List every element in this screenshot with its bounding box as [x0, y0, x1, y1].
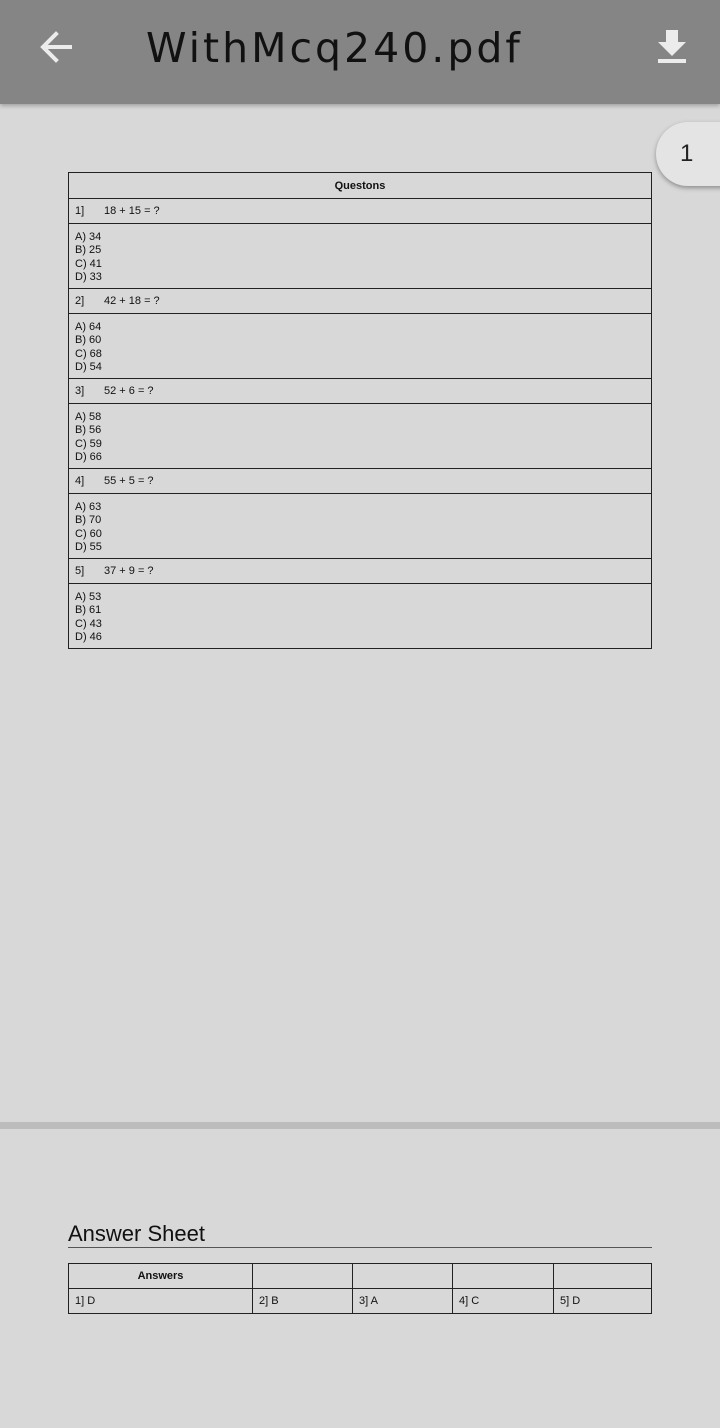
option: C) 68 — [75, 347, 102, 360]
question-row: 4] 55 + 5 = ? — [68, 468, 652, 494]
option: D) 46 — [75, 631, 102, 644]
options-cell: A) 64 B) 60 C) 68 D) 54 — [68, 313, 652, 379]
toolbar: WithMcq240.pdf — [0, 0, 720, 104]
answers-table: Answers 1] D 2] B 3] A 4] C 5] D — [68, 1263, 652, 1314]
answer-cell: 3] A — [352, 1288, 453, 1314]
answer-cell: 2] B — [252, 1288, 353, 1314]
option: C) 59 — [75, 437, 102, 450]
question-text: 52 + 6 = ? — [104, 385, 154, 397]
options-cell: A) 63 B) 70 C) 60 D) 55 — [68, 493, 652, 559]
option: A) 34 — [75, 231, 102, 243]
option: B) 56 — [75, 424, 102, 437]
option: D) 55 — [75, 541, 102, 554]
page-divider — [0, 1122, 720, 1129]
answer-cell: 1] D — [68, 1288, 253, 1314]
download-icon — [656, 28, 688, 69]
option: A) 63 — [75, 501, 102, 513]
answer-cell: 4] C — [452, 1288, 554, 1314]
question-number: 4] — [75, 475, 85, 487]
option: D) 54 — [75, 361, 102, 374]
page-number-indicator[interactable]: 1 — [656, 122, 720, 186]
answers-header: Answers — [68, 1263, 253, 1289]
answers-header-empty — [452, 1263, 554, 1289]
answer-cell: 5] D — [553, 1288, 652, 1314]
answer-sheet-title: Answer Sheet — [68, 1220, 652, 1248]
option: C) 41 — [75, 257, 102, 270]
option: D) 66 — [75, 451, 102, 464]
options-cell: A) 34 B) 25 C) 41 D) 33 — [68, 223, 652, 289]
arrow-left-icon — [38, 29, 74, 70]
question-text: 37 + 9 = ? — [104, 565, 154, 577]
option: C) 43 — [75, 617, 102, 630]
answers-header-empty — [252, 1263, 353, 1289]
question-number: 1] — [75, 205, 85, 217]
download-button[interactable] — [648, 24, 696, 72]
option: B) 70 — [75, 514, 102, 527]
document-title: WithMcq240.pdf — [146, 24, 523, 72]
option: B) 61 — [75, 604, 102, 617]
question-text: 55 + 5 = ? — [104, 475, 154, 487]
question-text: 18 + 15 = ? — [104, 205, 160, 217]
question-text: 42 + 18 = ? — [104, 295, 160, 307]
option: B) 25 — [75, 244, 102, 257]
option: D) 33 — [75, 271, 102, 284]
options-cell: A) 58 B) 56 C) 59 D) 66 — [68, 403, 652, 469]
question-row: 2] 42 + 18 = ? — [68, 288, 652, 314]
question-number: 3] — [75, 385, 85, 397]
questions-header: Questons — [68, 172, 652, 199]
answers-header-empty — [553, 1263, 652, 1289]
question-row: 5] 37 + 9 = ? — [68, 558, 652, 584]
question-row: 1] 18 + 15 = ? — [68, 198, 652, 224]
option: C) 60 — [75, 527, 102, 540]
answers-header-empty — [352, 1263, 453, 1289]
back-button[interactable] — [30, 26, 82, 72]
options-cell: A) 53 B) 61 C) 43 D) 46 — [68, 583, 652, 649]
option: A) 58 — [75, 411, 102, 423]
option: B) 60 — [75, 334, 102, 347]
question-number: 2] — [75, 295, 85, 307]
questions-table: Questons 1] 18 + 15 = ? A) 34 B) 25 C) 41… — [68, 172, 652, 649]
option: A) 64 — [75, 321, 102, 333]
question-number: 5] — [75, 565, 85, 577]
option: A) 53 — [75, 591, 102, 603]
question-row: 3] 52 + 6 = ? — [68, 378, 652, 404]
